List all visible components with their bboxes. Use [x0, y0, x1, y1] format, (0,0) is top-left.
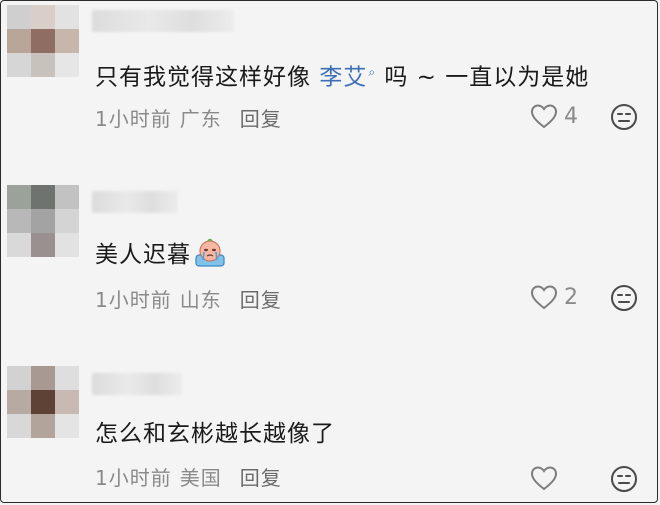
like-button[interactable]: 4	[530, 103, 578, 129]
comment-time: 1小时前	[95, 466, 172, 490]
comment-time: 1小时前	[95, 107, 172, 131]
avatar-pixel	[31, 209, 55, 233]
avatar-pixel	[31, 185, 55, 209]
avatar-pixel	[55, 5, 79, 29]
crying-face-sticker	[195, 238, 225, 267]
avatar-pixel	[55, 209, 79, 233]
avatar-pixel	[7, 233, 31, 257]
avatar-pixel	[31, 390, 55, 414]
avatar-pixel	[7, 390, 31, 414]
avatar-pixel	[55, 29, 79, 53]
user-avatar[interactable]	[7, 366, 79, 438]
reply-button[interactable]: 回复	[240, 107, 282, 131]
avatar-pixel	[7, 5, 31, 29]
avatar-pixel	[7, 209, 31, 233]
avatar-pixel	[7, 366, 31, 390]
heart-outline-icon	[530, 285, 558, 310]
comment-meta: 1小时前 山东 回复	[95, 287, 282, 313]
user-avatar[interactable]	[7, 185, 79, 257]
comment-meta: 1小时前 广东 回复	[95, 106, 282, 132]
avatar-pixel	[7, 185, 31, 209]
reply-button[interactable]: 回复	[240, 288, 282, 312]
search-mention-icon: ⌕	[368, 65, 377, 79]
emoji-face-icon[interactable]	[610, 465, 638, 493]
avatar-pixel	[31, 233, 55, 257]
comment-location: 广东	[179, 107, 222, 131]
avatar-pixel	[31, 366, 55, 390]
mention-link[interactable]: 李艾	[319, 65, 367, 91]
avatar-pixel	[31, 53, 55, 77]
avatar-pixel	[31, 29, 55, 53]
username-blurred[interactable]	[92, 191, 178, 213]
comment-location: 美国	[179, 466, 222, 490]
avatar-pixel	[31, 414, 55, 438]
heart-outline-icon	[530, 466, 558, 491]
avatar-pixel	[55, 414, 79, 438]
user-avatar[interactable]	[7, 5, 79, 77]
avatar-pixel	[55, 366, 79, 390]
heart-outline-icon	[530, 104, 558, 129]
like-button[interactable]: 2	[530, 284, 578, 310]
avatar-pixel	[7, 29, 31, 53]
avatar-pixel	[7, 53, 31, 77]
like-count: 4	[564, 103, 578, 129]
comment-text: 美人迟暮	[95, 238, 227, 270]
avatar-pixel	[55, 53, 79, 77]
username-blurred[interactable]	[92, 373, 182, 395]
like-count: 2	[564, 284, 578, 310]
reply-button[interactable]: 回复	[240, 466, 282, 490]
username-blurred[interactable]	[92, 10, 234, 32]
emoji-face-icon[interactable]	[610, 284, 638, 312]
comment-text: 怎么和玄彬越长越像了	[95, 421, 335, 447]
emoji-face-icon[interactable]	[610, 103, 638, 131]
comment-meta: 1小时前 美国 回复	[95, 465, 282, 491]
avatar-pixel	[7, 414, 31, 438]
avatar-pixel	[55, 390, 79, 414]
like-button[interactable]	[530, 465, 564, 491]
avatar-pixel	[55, 185, 79, 209]
avatar-pixel	[31, 5, 55, 29]
avatar-pixel	[55, 233, 79, 257]
comment-time: 1小时前	[95, 288, 172, 312]
comment-location: 山东	[179, 288, 222, 312]
comment-text: 只有我觉得这样好像 李艾⌕ 吗 ~ 一直以为是她	[95, 64, 590, 91]
